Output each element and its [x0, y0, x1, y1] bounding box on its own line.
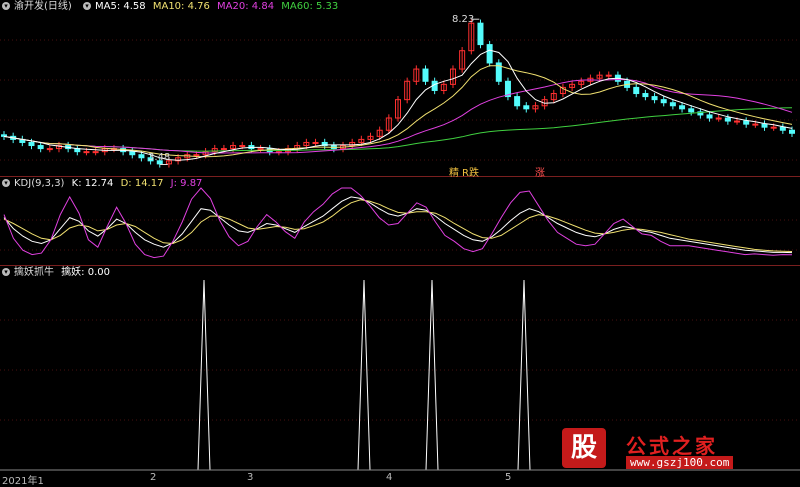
logo-url: www.gszj100.com	[626, 456, 734, 469]
watermark-logo: 股 公式之家 www.gszj100.com	[560, 428, 790, 472]
signal-label-3: 涨	[535, 168, 545, 179]
x-tick-label: 5	[505, 472, 512, 483]
candle-body	[642, 93, 649, 98]
x-tick-label: 2	[150, 472, 157, 483]
candle-body	[752, 123, 759, 126]
candle-body	[789, 129, 795, 134]
candle-body	[706, 114, 713, 119]
candle-body	[651, 96, 658, 101]
low-price-label: 3.48	[148, 152, 171, 163]
candle-body	[734, 120, 741, 123]
candle-body	[129, 151, 136, 156]
candle-body	[257, 148, 264, 151]
candle-body	[679, 105, 686, 110]
x-tick-label: 2021年1	[2, 476, 44, 487]
signal-spike	[357, 279, 371, 471]
candle-body	[633, 86, 640, 95]
candle-body	[688, 108, 695, 113]
candle-body	[138, 154, 145, 159]
candle-body	[743, 120, 750, 125]
candle-body	[312, 141, 319, 144]
logo-badge: 股	[562, 428, 606, 468]
candle-body	[660, 99, 667, 104]
signal-spike	[517, 279, 531, 471]
candle-body	[28, 141, 35, 147]
candle-body	[486, 44, 493, 64]
signal-label-1: 精	[449, 168, 459, 179]
x-tick-label: 3	[247, 472, 254, 483]
candle-body	[37, 145, 44, 150]
candle-body	[46, 148, 53, 151]
logo-name: 公式之家	[626, 434, 718, 458]
chart-canvas	[0, 18, 800, 471]
candle-body	[422, 68, 429, 82]
kdj-j-line	[3, 187, 793, 259]
candle-body	[514, 96, 521, 107]
candle-body	[477, 22, 484, 46]
high-price-label: 8.23	[452, 14, 475, 25]
candle-body	[715, 117, 722, 120]
candle-body	[770, 126, 777, 129]
candle-body	[1, 134, 7, 137]
signal-spike	[425, 279, 439, 471]
candle-body	[220, 148, 227, 151]
kdj-d-line	[3, 199, 793, 252]
candle-body	[724, 117, 731, 122]
candle-body	[83, 151, 90, 154]
signal-label-2: R跌	[462, 168, 479, 179]
candle-body	[669, 102, 676, 107]
candle-body	[523, 105, 530, 110]
candle-body	[193, 154, 200, 157]
candle-body	[761, 123, 768, 128]
kdj-k-line	[3, 196, 793, 254]
candle-body	[605, 74, 612, 77]
candle-body	[779, 126, 786, 131]
candle-body	[239, 145, 246, 148]
candle-body	[92, 151, 99, 154]
signal-spike	[197, 279, 211, 471]
x-tick-label: 4	[386, 472, 393, 483]
